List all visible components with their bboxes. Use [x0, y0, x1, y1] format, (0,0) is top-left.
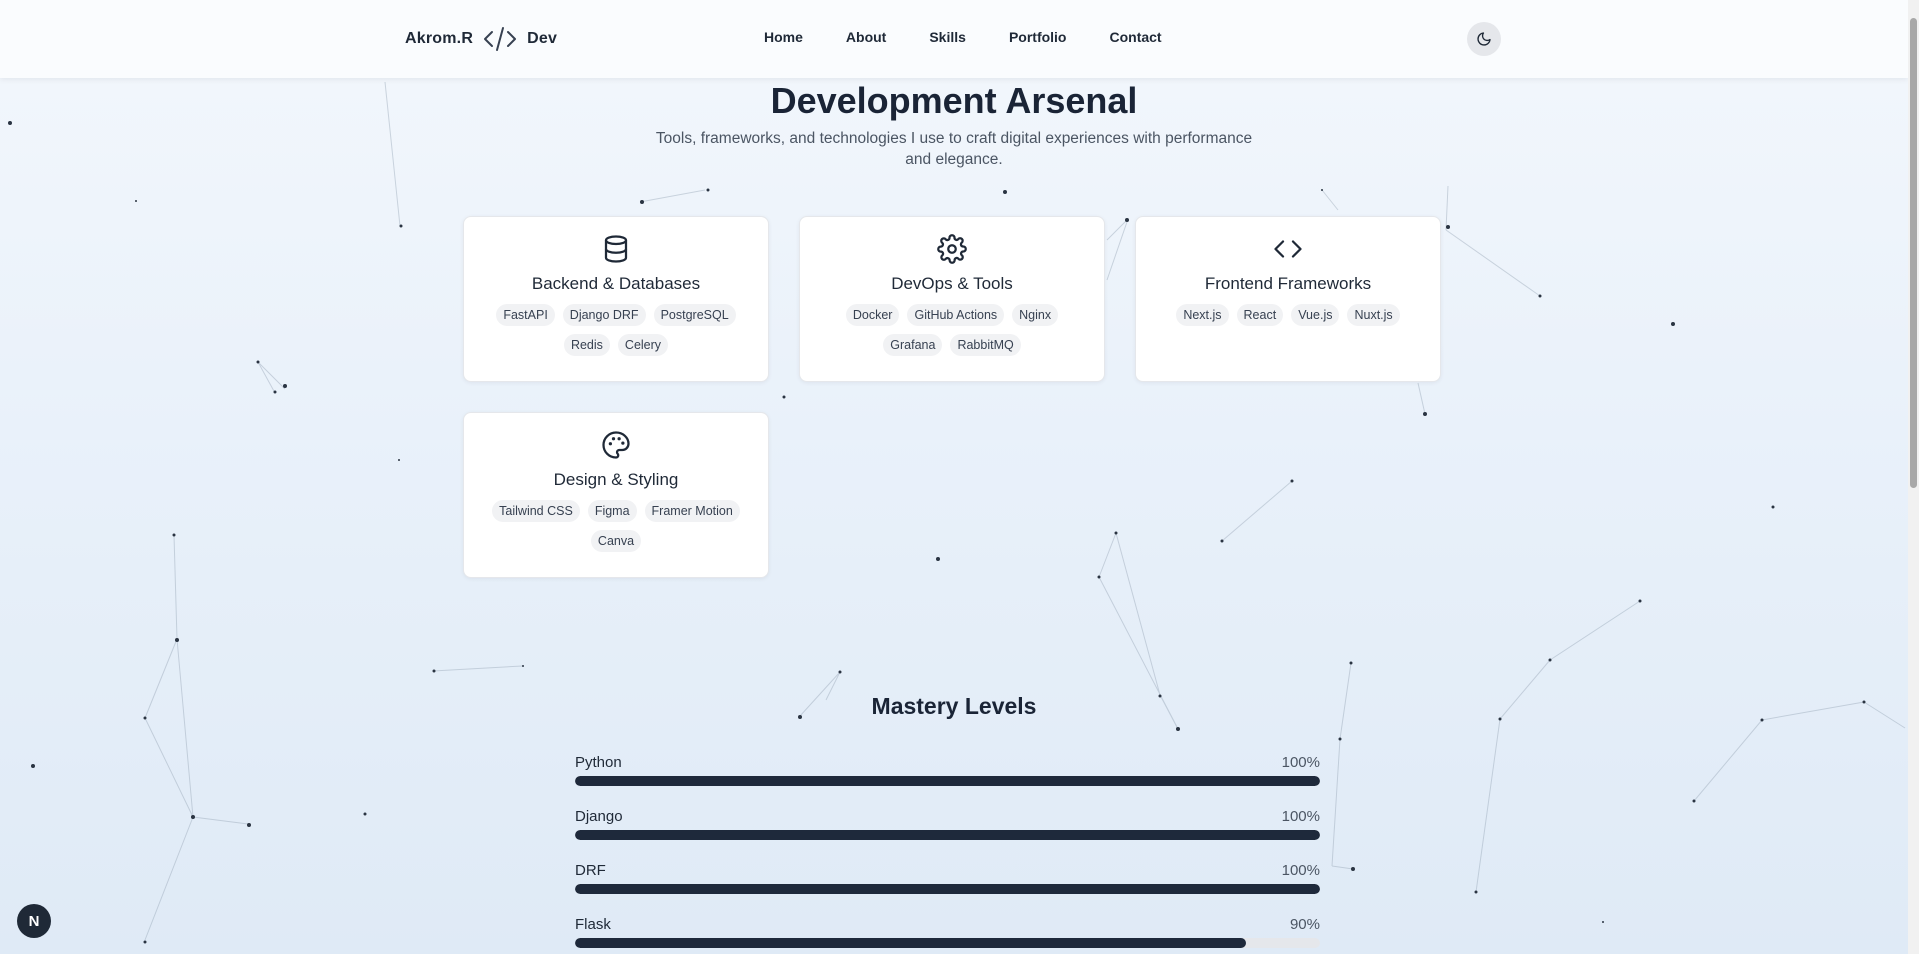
skill-percent: 100% [1281, 862, 1320, 879]
nav-contact[interactable]: Contact [1109, 29, 1161, 45]
brand-name: Akrom.R [405, 30, 474, 47]
gear-icon [937, 234, 967, 264]
scrollbar-thumb[interactable] [1910, 18, 1917, 488]
tag-list: FastAPI Django DRF PostgreSQL Redis Cele… [464, 294, 768, 356]
arsenal-subtitle: Tools, frameworks, and technologies I us… [655, 130, 1253, 168]
progress-track [575, 830, 1320, 840]
nav-home[interactable]: Home [764, 29, 803, 45]
brand-logo[interactable]: Akrom.R Dev [405, 25, 557, 53]
tech-tag: Nginx [1012, 304, 1059, 326]
progress-fill [575, 884, 1320, 894]
tag-list: Tailwind CSS Figma Framer Motion Canva [464, 490, 768, 552]
card-title: Backend & Databases [531, 274, 701, 293]
skill-percent: 100% [1281, 754, 1320, 771]
tech-tag: Next.js [1176, 304, 1229, 326]
nav-skills[interactable]: Skills [929, 29, 966, 45]
skill-name: Flask [575, 916, 611, 933]
tech-tag: Vue.js [1291, 304, 1340, 326]
skill-bar-python: Python 100% [575, 754, 1320, 786]
skill-card-devops: DevOps & Tools Docker GitHub Actions Ngi… [799, 216, 1105, 382]
tech-tag: Figma [587, 500, 637, 522]
nextjs-dev-badge[interactable]: N [17, 904, 51, 938]
card-title: Design & Styling [553, 470, 679, 489]
card-title: Frontend Frameworks [1204, 274, 1372, 293]
theme-toggle-button[interactable] [1467, 22, 1501, 56]
tech-tag: Django DRF [562, 304, 646, 326]
badge-label: N [28, 912, 40, 930]
main-nav: Home About Skills Portfolio Contact [764, 29, 1162, 45]
palette-icon [602, 431, 630, 459]
skill-bar-flask: Flask 90% [575, 916, 1320, 948]
mastery-title: Mastery Levels [871, 693, 1037, 719]
card-title: DevOps & Tools [891, 274, 1013, 293]
tech-tag: Tailwind CSS [492, 500, 580, 522]
progress-track [575, 776, 1320, 786]
skill-card-design: Design & Styling Tailwind CSS Figma Fram… [463, 412, 769, 578]
tag-list: Next.js React Vue.js Nuxt.js [1136, 294, 1440, 326]
skill-card-backend: Backend & Databases FastAPI Django DRF P… [463, 216, 769, 382]
tech-tag: Nuxt.js [1347, 304, 1400, 326]
tech-tag: Celery [617, 334, 669, 356]
tag-list: Docker GitHub Actions Nginx Grafana Rabb… [800, 294, 1104, 356]
progress-track [575, 884, 1320, 894]
code-icon [1274, 240, 1302, 258]
code-brackets-icon [484, 27, 517, 51]
tech-tag: GitHub Actions [907, 304, 1005, 326]
arsenal-title: Development Arsenal [770, 80, 1138, 121]
tech-tag: PostgreSQL [653, 304, 736, 326]
tech-tag: Canva [590, 530, 642, 552]
moon-icon [1477, 32, 1491, 46]
tech-tag: Redis [563, 334, 610, 356]
tech-tag: Grafana [883, 334, 943, 356]
progress-fill [575, 830, 1320, 840]
page-scrollbar[interactable] [1908, 0, 1919, 954]
progress-fill [575, 938, 1246, 948]
tech-tag: RabbitMQ [950, 334, 1021, 356]
skill-name: Python [575, 754, 622, 771]
tech-tag: Framer Motion [644, 500, 740, 522]
skill-bar-drf: DRF 100% [575, 862, 1320, 894]
nav-portfolio[interactable]: Portfolio [1009, 29, 1067, 45]
skill-bar-django: Django 100% [575, 808, 1320, 840]
tech-tag: React [1236, 304, 1284, 326]
nav-about[interactable]: About [846, 29, 886, 45]
progress-fill [575, 776, 1320, 786]
progress-track [575, 938, 1320, 948]
skill-name: DRF [575, 862, 606, 879]
skill-card-frontend: Frontend Frameworks Next.js React Vue.js… [1135, 216, 1441, 382]
skill-percent: 100% [1281, 808, 1320, 825]
database-icon [604, 235, 628, 263]
site-header: Akrom.R Dev Home About Skills Portfolio … [0, 0, 1908, 78]
skill-name: Django [575, 808, 623, 825]
tech-tag: FastAPI [496, 304, 555, 326]
tech-tag: Docker [845, 304, 900, 326]
skill-percent: 90% [1289, 916, 1320, 933]
brand-suffix: Dev [527, 30, 558, 47]
